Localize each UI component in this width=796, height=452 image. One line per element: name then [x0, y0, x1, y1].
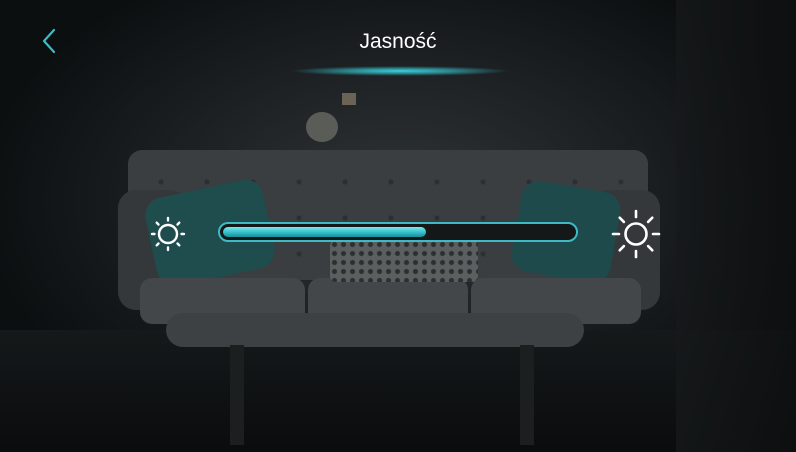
background-curtain	[676, 0, 796, 452]
background-plant	[306, 112, 338, 142]
background-table-leg	[520, 345, 534, 445]
title-underline-glow	[290, 66, 510, 76]
background-pillow	[330, 240, 478, 282]
sun-large-icon[interactable]	[610, 208, 662, 260]
brightness-slider[interactable]	[218, 222, 578, 242]
background-coffee-table	[166, 313, 584, 347]
brightness-slider-fill	[223, 227, 426, 237]
background-table-leg	[230, 345, 244, 445]
background-wall-picture	[342, 93, 356, 105]
page-title: Jasność	[359, 30, 437, 53]
sun-small-icon[interactable]	[148, 214, 188, 254]
brightness-screen: Jasność	[0, 0, 796, 452]
